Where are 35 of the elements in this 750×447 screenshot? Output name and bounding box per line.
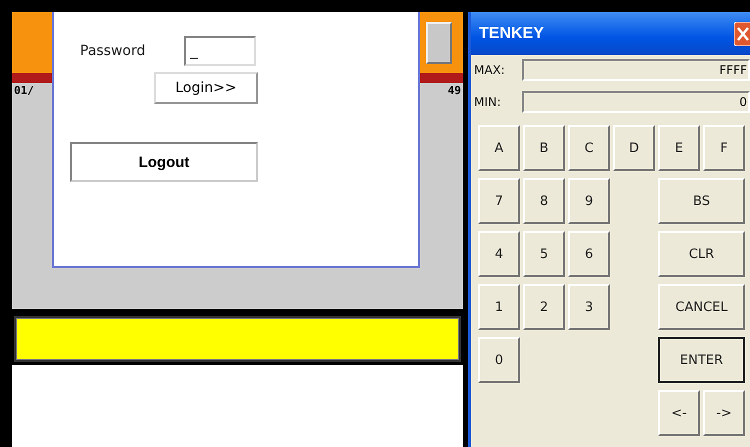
key-button[interactable]: D (613, 125, 655, 171)
key-button[interactable]: CANCEL (658, 284, 745, 330)
key-button[interactable]: <- (658, 390, 700, 436)
key-button[interactable]: 8 (523, 178, 565, 224)
key-button[interactable]: ENTER (658, 337, 745, 383)
key-button[interactable]: C (568, 125, 610, 171)
number-text: 49 (448, 85, 461, 97)
max-value: FFFF (522, 59, 750, 81)
key-button[interactable]: 7 (478, 178, 520, 224)
key-button[interactable]: E (658, 125, 700, 171)
password-label: Password (80, 43, 146, 59)
logout-button[interactable]: Logout (70, 142, 258, 182)
key-button[interactable]: 3 (568, 284, 610, 330)
key-button[interactable]: CLR (658, 231, 745, 277)
key-button[interactable]: F (703, 125, 745, 171)
key-button[interactable]: 0 (478, 337, 520, 383)
key-button[interactable]: 4 (478, 231, 520, 277)
panel-button[interactable] (426, 22, 452, 64)
close-icon[interactable] (734, 22, 750, 46)
key-button[interactable]: 5 (523, 231, 565, 277)
password-field[interactable]: _ (184, 36, 256, 66)
key-button[interactable]: -> (703, 390, 745, 436)
key-button[interactable]: 6 (568, 231, 610, 277)
max-label: MAX: (474, 63, 506, 77)
key-button[interactable]: A (478, 125, 520, 171)
key-button[interactable]: 2 (523, 284, 565, 330)
key-button[interactable]: 1 (478, 284, 520, 330)
window-title: TENKEY (479, 24, 544, 42)
min-label: MIN: (474, 95, 502, 109)
date-text: 01/ (14, 85, 34, 97)
key-button[interactable]: B (523, 125, 565, 171)
key-button[interactable]: BS (658, 178, 745, 224)
min-value: 0 (522, 91, 750, 113)
key-button[interactable]: 9 (568, 178, 610, 224)
login-button[interactable]: Login>> (154, 72, 258, 104)
